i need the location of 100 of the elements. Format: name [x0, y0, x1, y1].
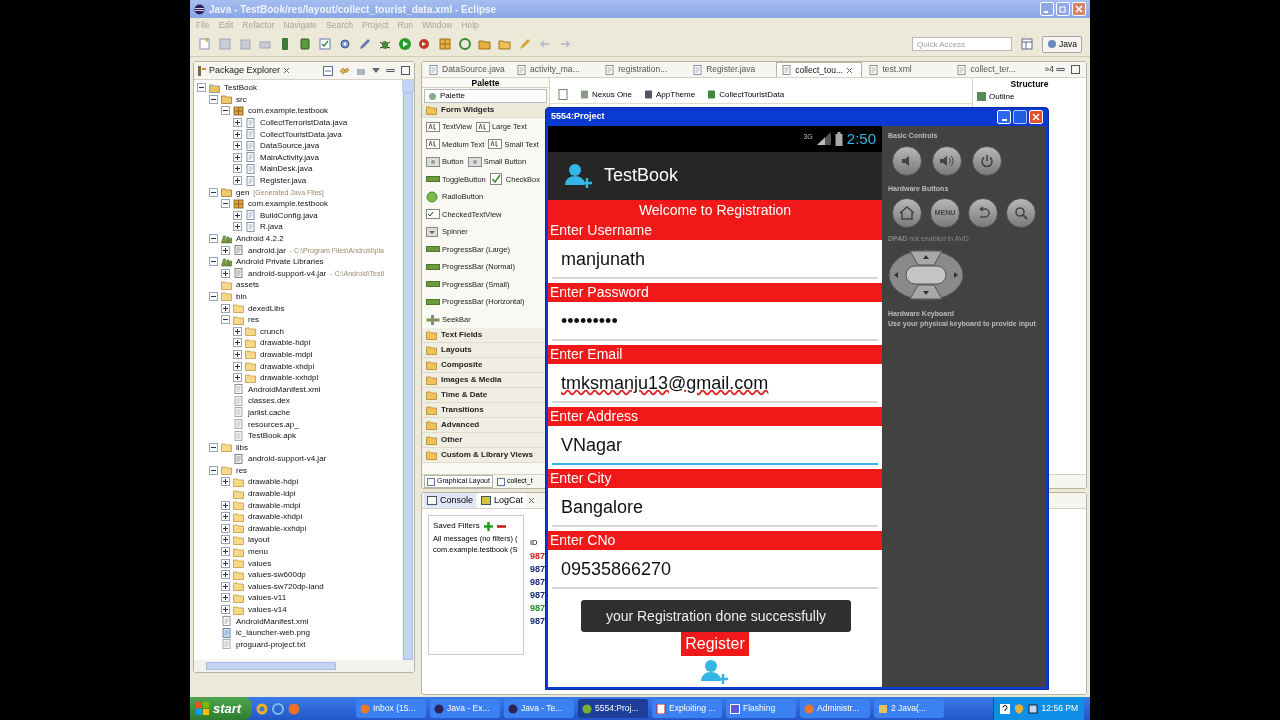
- tree-item[interactable]: ic_launcher-web.png: [235, 627, 311, 639]
- expand-toggle[interactable]: [221, 512, 230, 522]
- tree-item[interactable]: android.jar: [247, 244, 287, 256]
- home-button[interactable]: [892, 198, 922, 228]
- link-editor-icon[interactable]: [339, 65, 350, 76]
- tree-item[interactable]: R.java: [259, 221, 284, 233]
- collapse-toggle[interactable]: [209, 94, 218, 104]
- expand-toggle[interactable]: [233, 176, 242, 186]
- expand-toggle[interactable]: [221, 605, 230, 614]
- layout-config-dropdown[interactable]: Nexus One: [580, 88, 633, 101]
- text-field[interactable]: tmksmanju13@gmail.com: [552, 365, 878, 403]
- tree-item[interactable]: values-sw720dp-land: [247, 580, 325, 592]
- expand-toggle[interactable]: [233, 349, 242, 359]
- expand-toggle[interactable]: [233, 118, 242, 128]
- tree-item[interactable]: values-sw600dp: [247, 569, 307, 581]
- tree-item[interactable]: drawable-xhdpi: [259, 360, 316, 372]
- palette-dropdown[interactable]: Palette: [424, 89, 547, 103]
- tree-item[interactable]: Register.java: [259, 175, 308, 187]
- network-icon[interactable]: [1027, 703, 1038, 714]
- tree-item[interactable]: drawable-hdpi: [259, 337, 312, 349]
- tree-item[interactable]: CollectTerroristData.java: [259, 117, 349, 129]
- grid-icon[interactable]: [438, 37, 452, 51]
- editor-tab[interactable]: activity_ma...: [512, 62, 599, 77]
- tree-item[interactable]: drawable-ldpi: [247, 488, 297, 500]
- expand-toggle[interactable]: [233, 210, 242, 220]
- browser-icon[interactable]: [272, 702, 284, 715]
- tree-item[interactable]: CollectTouristData.java: [259, 128, 343, 140]
- run-icon[interactable]: [398, 37, 412, 51]
- tree-item[interactable]: drawable-xxhdpi: [247, 522, 308, 534]
- gear-icon[interactable]: [338, 37, 352, 51]
- expand-toggle[interactable]: [233, 338, 242, 348]
- expand-toggle[interactable]: [221, 268, 230, 278]
- add-icon[interactable]: [483, 521, 493, 531]
- tree-item[interactable]: values-v11: [247, 592, 288, 604]
- tree-item[interactable]: bin: [235, 291, 248, 302]
- editor-tab[interactable]: test.xml: [864, 62, 951, 77]
- file-icon[interactable]: [558, 89, 568, 100]
- vertical-scrollbar[interactable]: [402, 80, 414, 660]
- minimize-icon[interactable]: [386, 66, 395, 75]
- tree-item[interactable]: MainDesk.java: [259, 163, 314, 175]
- refresh-icon[interactable]: [458, 37, 472, 51]
- close-button[interactable]: [1072, 2, 1086, 16]
- tree-item[interactable]: layout: [247, 534, 271, 546]
- expand-toggle[interactable]: [221, 593, 230, 603]
- device-icon[interactable]: [298, 37, 312, 51]
- palette-group-header[interactable]: Form Widgets: [422, 103, 549, 118]
- collapse-toggle[interactable]: [221, 199, 230, 209]
- close-icon[interactable]: [846, 66, 853, 74]
- collapse-toggle[interactable]: [221, 106, 230, 116]
- close-button[interactable]: [1029, 110, 1043, 124]
- taskbar-button[interactable]: Flashing: [726, 699, 796, 718]
- expand-toggle[interactable]: [233, 373, 242, 383]
- expand-toggle[interactable]: [221, 303, 230, 313]
- tree-item[interactable]: drawable-xxhdpi: [259, 372, 320, 384]
- tree-item[interactable]: libs: [235, 441, 249, 453]
- text-field[interactable]: 09535866270: [552, 551, 878, 589]
- taskbar-button[interactable]: Java - Ex...: [430, 699, 500, 718]
- collapse-toggle[interactable]: [209, 187, 218, 197]
- tree-item[interactable]: values-v14: [247, 604, 288, 615]
- tree-item[interactable]: AndroidManifest.xml: [247, 383, 322, 395]
- collapse-all-icon[interactable]: [323, 65, 333, 76]
- expand-toggle[interactable]: [221, 477, 230, 487]
- power-button[interactable]: [972, 145, 1002, 176]
- minimize-button[interactable]: [997, 110, 1011, 124]
- tree-item[interactable]: classes.dex: [247, 395, 291, 407]
- help-icon[interactable]: [999, 703, 1010, 714]
- open-perspective-icon[interactable]: [1020, 37, 1035, 51]
- expand-toggle[interactable]: [221, 547, 230, 557]
- maximize-button[interactable]: [1013, 110, 1027, 124]
- expand-toggle[interactable]: [233, 152, 242, 162]
- tree-item[interactable]: MainActivity.java: [259, 151, 320, 163]
- collapse-toggle[interactable]: [209, 234, 218, 243]
- editor-tab[interactable]: registration...: [600, 62, 687, 77]
- expand-toggle[interactable]: [221, 581, 230, 591]
- folder-icon[interactable]: [498, 37, 512, 51]
- tree-item[interactable]: android-support-v4.jar: [247, 453, 328, 465]
- perspective-button[interactable]: Java: [1042, 35, 1082, 53]
- maximize-icon[interactable]: [401, 66, 410, 75]
- tree-item[interactable]: proguard-project.txt: [235, 638, 307, 650]
- view-menu-icon[interactable]: [372, 67, 380, 74]
- tree-item[interactable]: resources.ap_: [247, 418, 300, 430]
- tree-item[interactable]: android-support-v4.jar: [247, 267, 328, 279]
- tree-item[interactable]: Android Private Libraries: [235, 256, 325, 268]
- text-field[interactable]: Bangalore: [552, 489, 878, 527]
- expand-toggle[interactable]: [221, 535, 230, 545]
- text-field[interactable]: manjunath: [552, 241, 878, 279]
- pen-icon[interactable]: [358, 37, 372, 51]
- taskbar-button[interactable]: Administr...: [800, 699, 870, 718]
- tree-item[interactable]: src: [235, 93, 248, 105]
- tree-item[interactable]: drawable-xhdpi: [247, 511, 304, 523]
- tree-item[interactable]: drawable-hdpi: [247, 476, 300, 488]
- collapse-toggle[interactable]: [209, 292, 218, 301]
- text-field[interactable]: VNagar: [552, 427, 878, 465]
- close-icon[interactable]: [283, 67, 291, 74]
- tree-item[interactable]: TestBook.apk: [247, 430, 298, 442]
- tree-item[interactable]: Android 4.2.2: [235, 233, 285, 244]
- layout-config-dropdown[interactable]: CollectTouristData: [707, 88, 785, 101]
- taskbar-button[interactable]: Exploiting ...: [652, 699, 722, 718]
- tree-item[interactable]: assets: [235, 279, 261, 291]
- layout-config-dropdown[interactable]: AppTheme: [644, 88, 696, 101]
